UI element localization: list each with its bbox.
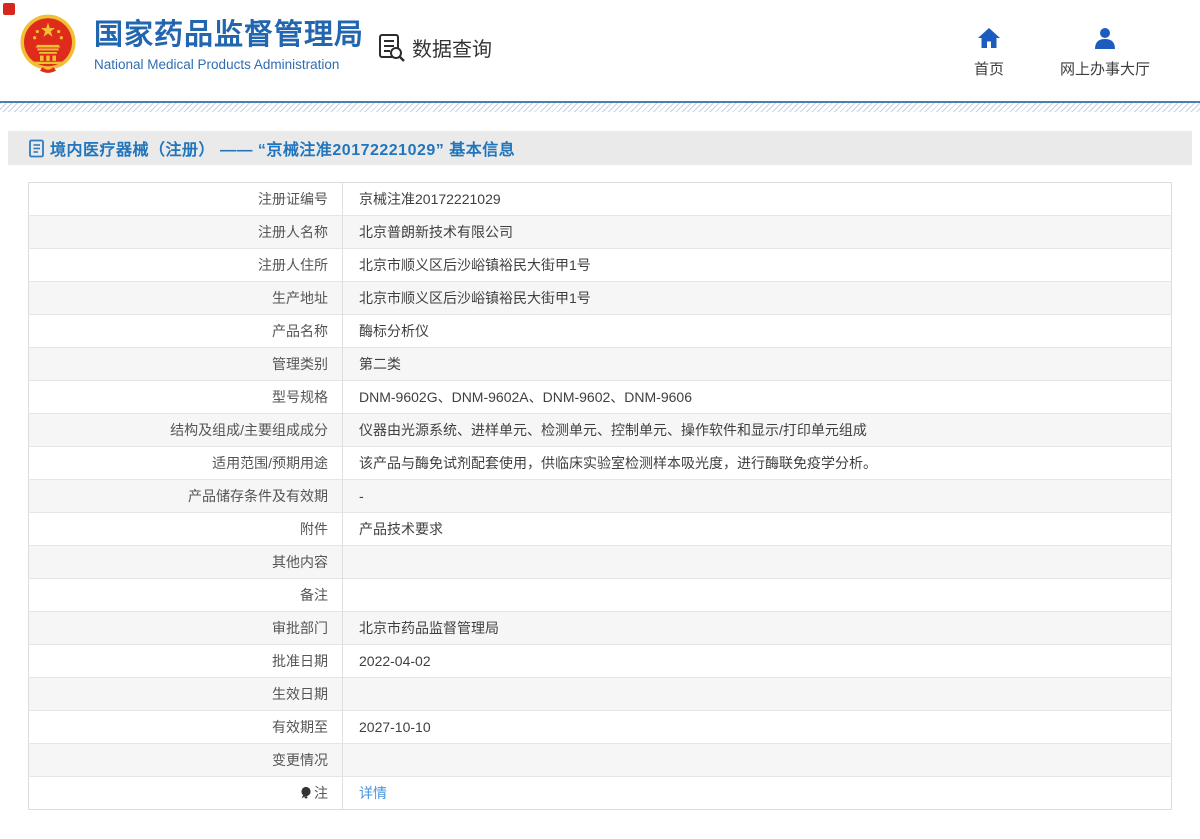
row-label: 批准日期 (28, 644, 343, 678)
table-row: 产品储存条件及有效期 - (28, 479, 1172, 513)
row-value: 北京市顺义区后沙峪镇裕民大街甲1号 (342, 281, 1172, 315)
row-value (342, 578, 1172, 612)
row-label: 产品名称 (28, 314, 343, 348)
document-search-icon (379, 34, 405, 62)
row-label: 附件 (28, 512, 343, 546)
detail-table-wrap: 注册证编号 京械注准20172221029 注册人名称 北京普朗新技术有限公司 注册人住… (28, 182, 1172, 810)
table-row: 变更情况 (28, 743, 1172, 777)
table-row: 注册证编号 京械注准20172221029 (28, 182, 1172, 216)
row-label: 变更情况 (28, 743, 343, 777)
row-label: 注册人名称 (28, 215, 343, 249)
row-value: 该产品与酶免试剂配套使用，供临床实验室检测样本吸光度，进行酶联免疫学分析。 (342, 446, 1172, 480)
home-icon (977, 28, 1000, 48)
national-emblem-logo (20, 14, 76, 73)
row-label: 型号规格 (28, 380, 343, 414)
row-value (342, 677, 1172, 711)
row-value: 产品技术要求 (342, 512, 1172, 546)
table-row: 注详情 (28, 776, 1172, 810)
data-query-label: 数据查询 (412, 39, 492, 61)
row-value: 北京普朗新技术有限公司 (342, 215, 1172, 249)
table-row: 审批部门 北京市药品监督管理局 (28, 611, 1172, 645)
row-value: 京械注准20172221029 (342, 182, 1172, 216)
row-label: 生产地址 (28, 281, 343, 315)
row-label: 备注 (28, 578, 343, 612)
table-row: 备注 (28, 578, 1172, 612)
table-row: 批准日期 2022-04-02 (28, 644, 1172, 678)
table-row: 附件 产品技术要求 (28, 512, 1172, 546)
row-value: 2027-10-10 (342, 710, 1172, 744)
nav-label-home: 首页 (973, 61, 1004, 78)
table-row: 管理类别 第二类 (28, 347, 1172, 381)
row-value: DNM-9602G、DNM-9602A、DNM-9602、DNM-9606 (342, 380, 1172, 414)
row-label: 生效日期 (28, 677, 343, 711)
corner-red-square (3, 3, 15, 15)
row-value: 2022-04-02 (342, 644, 1172, 678)
detail-link[interactable]: 详情 (359, 785, 387, 801)
row-label: 适用范围/预期用途 (28, 446, 343, 480)
table-row: 结构及组成/主要组成成分 仪器由光源系统、进样单元、检测单元、控制单元、操作软件和… (28, 413, 1172, 447)
row-value: 第二类 (342, 347, 1172, 381)
page-doc-icon (28, 139, 45, 158)
nav-label-service-hall: 网上办事大厅 (1059, 61, 1150, 78)
table-row: 适用范围/预期用途 该产品与酶免试剂配套使用，供临床实验室检测样本吸光度，进行酶联… (28, 446, 1172, 480)
row-value: 北京市药品监督管理局 (342, 611, 1172, 645)
row-value (342, 743, 1172, 777)
bulb-icon (300, 786, 312, 803)
brand-block: 国家药品监督管理局 National Medical Products Admi… (94, 19, 365, 72)
row-label: 其他内容 (28, 545, 343, 579)
row-value: 仪器由光源系统、进样单元、检测单元、控制单元、操作软件和显示/打印单元组成 (342, 413, 1172, 447)
nav-item-home[interactable]: 首页 (974, 27, 1004, 79)
table-row: 生效日期 (28, 677, 1172, 711)
page-title: 境内医疗器械（注册） —— “京械注准20172221029” 基本信息 (50, 142, 516, 159)
row-value: - (342, 479, 1172, 513)
brand-name-cn: 国家药品监督管理局 (94, 19, 365, 51)
top-nav: 首页 网上办事大厅 (974, 27, 1150, 79)
section-title-bar: 境内医疗器械（注册） —— “京械注准20172221029” 基本信息 (8, 131, 1192, 165)
row-label: 注 (28, 776, 343, 810)
table-row: 有效期至 2027-10-10 (28, 710, 1172, 744)
nav-item-service-hall[interactable]: 网上办事大厅 (1060, 27, 1150, 79)
table-row: 型号规格 DNM-9602G、DNM-9602A、DNM-9602、DNM-960… (28, 380, 1172, 414)
detail-table-body: 注册证编号 京械注准20172221029 注册人名称 北京普朗新技术有限公司 注册人住… (28, 182, 1172, 810)
data-query-menu[interactable]: 数据查询 (378, 33, 492, 62)
brand-name-en: National Medical Products Administration (94, 56, 340, 72)
row-label: 管理类别 (28, 347, 343, 381)
row-label: 结构及组成/主要组成成分 (28, 413, 343, 447)
row-value: 北京市顺义区后沙峪镇裕民大街甲1号 (342, 248, 1172, 282)
table-row: 生产地址 北京市顺义区后沙峪镇裕民大街甲1号 (28, 281, 1172, 315)
row-label: 有效期至 (28, 710, 343, 744)
row-label: 产品储存条件及有效期 (28, 479, 343, 513)
header-hatch-strip (0, 103, 1200, 112)
table-row: 其他内容 (28, 545, 1172, 579)
main-content: 境内医疗器械（注册） —— “京械注准20172221029” 基本信息 注册证… (8, 131, 1192, 810)
row-label: 审批部门 (28, 611, 343, 645)
row-label: 注册人住所 (28, 248, 343, 282)
table-row: 注册人住所 北京市顺义区后沙峪镇裕民大街甲1号 (28, 248, 1172, 282)
page-header: 国家药品监督管理局 National Medical Products Admi… (0, 0, 1200, 101)
detail-table: 注册证编号 京械注准20172221029 注册人名称 北京普朗新技术有限公司 注册人住… (28, 182, 1172, 810)
table-row: 注册人名称 北京普朗新技术有限公司 (28, 215, 1172, 249)
row-label: 注册证编号 (28, 182, 343, 216)
row-value: 详情 (342, 776, 1172, 810)
row-value: 酶标分析仪 (342, 314, 1172, 348)
table-row: 产品名称 酶标分析仪 (28, 314, 1172, 348)
user-icon (1094, 28, 1115, 49)
row-value (342, 545, 1172, 579)
